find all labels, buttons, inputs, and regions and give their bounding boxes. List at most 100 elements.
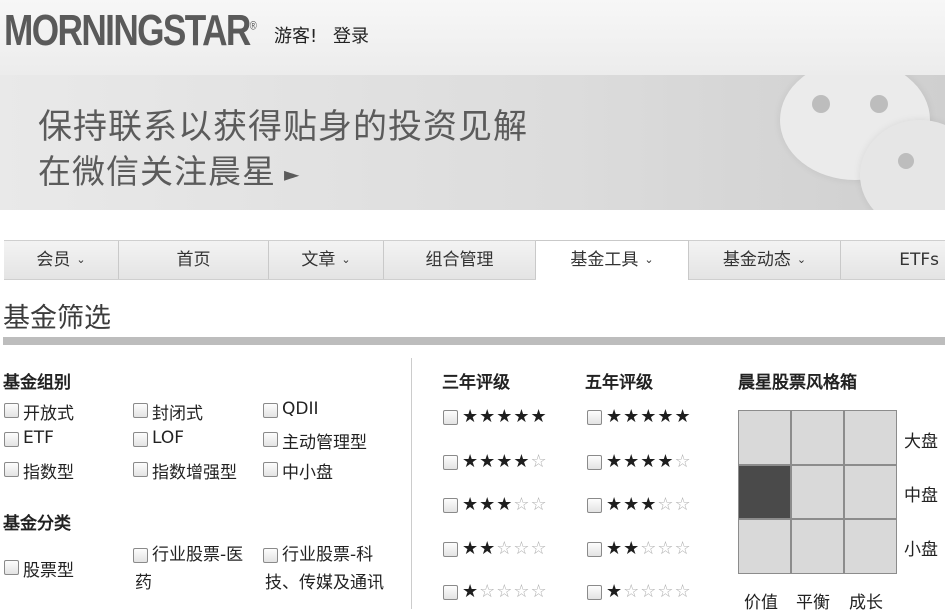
filter-index[interactable]: 指数型 — [4, 458, 74, 483]
checkbox[interactable] — [443, 585, 458, 600]
star-rating-icon: ★★★☆☆ — [462, 494, 548, 515]
rating5-3star[interactable]: ★★★☆☆ — [587, 494, 692, 515]
checkbox[interactable] — [263, 462, 278, 477]
filter-enhanced-index[interactable]: 指数增强型 — [133, 458, 237, 483]
column-divider — [411, 358, 412, 609]
checkbox[interactable] — [587, 542, 602, 557]
checkbox[interactable] — [443, 498, 458, 513]
stylebox-cell-mid-value[interactable] — [739, 465, 790, 519]
checkbox[interactable] — [263, 548, 278, 563]
rating5-4star[interactable]: ★★★★☆ — [587, 451, 692, 472]
star-rating-icon: ★★★☆☆ — [606, 494, 692, 515]
stylebox-cell-small-value[interactable] — [739, 520, 790, 573]
checkbox[interactable] — [4, 403, 19, 418]
chevron-down-icon: ⌄ — [796, 253, 807, 266]
checkbox[interactable] — [587, 498, 602, 513]
rating3-2star[interactable]: ★★☆☆☆ — [443, 538, 548, 559]
nav-item-fund-tools[interactable]: 基金工具 ⌄ — [536, 240, 689, 280]
filter-closed-end[interactable]: 封闭式 — [133, 399, 203, 424]
main-nav: 会员 ⌄ 首页 文章 ⌄ 组合管理 基金工具 ⌄ 基金动态 ⌄ ETFs — [4, 240, 945, 280]
star-rating-icon: ★★★★☆ — [462, 451, 548, 472]
filter-equity[interactable]: 股票型 — [4, 556, 74, 581]
checkbox[interactable] — [587, 410, 602, 425]
rating5-1star[interactable]: ★☆☆☆☆ — [587, 581, 692, 602]
page-title: 基金筛选 — [3, 303, 111, 334]
size-label-small: 小盘 — [904, 540, 938, 560]
size-label-large: 大盘 — [904, 432, 938, 452]
wechat-banner[interactable]: 保持联系以获得贴身的投资见解 在微信关注晨星 ► — [0, 75, 945, 210]
stylebox-cell-small-growth[interactable] — [845, 520, 896, 573]
filter-qdii[interactable]: QDII — [263, 399, 319, 419]
filter-open-end[interactable]: 开放式 — [4, 399, 74, 424]
filter-lof[interactable]: LOF — [133, 428, 184, 448]
stylebox-cell-mid-blend[interactable] — [792, 465, 843, 519]
nav-item-portfolio[interactable]: 组合管理 — [384, 241, 536, 279]
star-rating-icon: ★★★★☆ — [606, 451, 692, 472]
banner-line1: 保持联系以获得贴身的投资见解 — [38, 107, 528, 147]
fund-category-heading: 基金分类 — [3, 514, 71, 534]
chevron-down-icon: ⌄ — [644, 253, 654, 266]
title-divider — [3, 337, 945, 345]
rating5-2star[interactable]: ★★☆☆☆ — [587, 538, 692, 559]
rating3-5star[interactable]: ★★★★★ — [443, 406, 548, 427]
star-rating-icon: ★☆☆☆☆ — [462, 581, 548, 602]
rating3-1star[interactable]: ★☆☆☆☆ — [443, 581, 548, 602]
checkbox[interactable] — [4, 560, 19, 575]
chevron-down-icon: ⌄ — [76, 253, 86, 266]
style-label-value: 价值 — [744, 593, 778, 613]
style-label-growth: 成长 — [849, 593, 883, 613]
nav-item-member[interactable]: 会员 ⌄ — [4, 241, 119, 279]
play-arrow-icon: ► — [284, 161, 301, 186]
checkbox[interactable] — [443, 542, 458, 557]
stylebox-cell-small-blend[interactable] — [792, 520, 843, 573]
user-area: 游客! 登录 — [274, 22, 369, 48]
site-header: MORNINGSTAR® 游客! 登录 — [0, 0, 945, 75]
nav-item-articles[interactable]: 文章 ⌄ — [269, 241, 384, 279]
checkbox[interactable] — [133, 403, 148, 418]
nav-item-etfs[interactable]: ETFs — [841, 241, 945, 279]
checkbox[interactable] — [443, 410, 458, 425]
bubble-dot — [898, 153, 914, 169]
checkbox[interactable] — [263, 432, 278, 447]
checkbox[interactable] — [587, 585, 602, 600]
checkbox[interactable] — [443, 455, 458, 470]
stylebox-cell-large-growth[interactable] — [845, 411, 896, 464]
checkbox[interactable] — [4, 432, 19, 447]
guest-label: 游客! — [274, 26, 318, 47]
rating3-heading: 三年评级 — [442, 373, 510, 393]
filter-sector-healthcare[interactable]: 行业股票-医药 — [133, 541, 243, 597]
checkbox[interactable] — [133, 462, 148, 477]
checkbox[interactable] — [263, 403, 278, 418]
size-label-mid: 中盘 — [904, 486, 938, 506]
rating5-heading: 五年评级 — [585, 373, 653, 393]
star-rating-icon: ★★☆☆☆ — [606, 538, 692, 559]
banner-line2: 在微信关注晨星 ► — [38, 152, 301, 191]
bubble-dot — [812, 95, 830, 113]
filter-etf[interactable]: ETF — [4, 428, 54, 448]
login-link[interactable]: 登录 — [333, 26, 369, 47]
stylebox-cell-mid-growth[interactable] — [845, 465, 896, 519]
style-label-blend: 平衡 — [796, 593, 830, 613]
nav-item-fund-news[interactable]: 基金动态 ⌄ — [689, 241, 841, 279]
rating5-5star[interactable]: ★★★★★ — [587, 406, 692, 427]
checkbox[interactable] — [133, 548, 148, 563]
checkbox[interactable] — [133, 432, 148, 447]
checkbox[interactable] — [4, 462, 19, 477]
fund-group-heading: 基金组别 — [3, 373, 71, 393]
checkbox[interactable] — [587, 455, 602, 470]
filter-small-mid-cap[interactable]: 中小盘 — [263, 458, 333, 483]
stylebox-cell-large-blend[interactable] — [792, 411, 843, 464]
nav-item-home[interactable]: 首页 — [119, 241, 269, 279]
star-rating-icon: ★★★★★ — [462, 406, 548, 427]
filter-active[interactable]: 主动管理型 — [263, 428, 367, 453]
star-rating-icon: ★☆☆☆☆ — [606, 581, 692, 602]
rating3-4star[interactable]: ★★★★☆ — [443, 451, 548, 472]
star-rating-icon: ★★★★★ — [606, 406, 692, 427]
rating3-3star[interactable]: ★★★☆☆ — [443, 494, 548, 515]
filter-sector-tmt[interactable]: 行业股票-科 技、传媒及通讯 — [263, 541, 384, 597]
morningstar-logo[interactable]: MORNINGSTAR® — [4, 6, 257, 56]
style-box-grid — [738, 410, 897, 574]
stylebox-cell-large-value[interactable] — [739, 411, 790, 464]
chevron-down-icon: ⌄ — [341, 253, 351, 266]
star-rating-icon: ★★☆☆☆ — [462, 538, 548, 559]
